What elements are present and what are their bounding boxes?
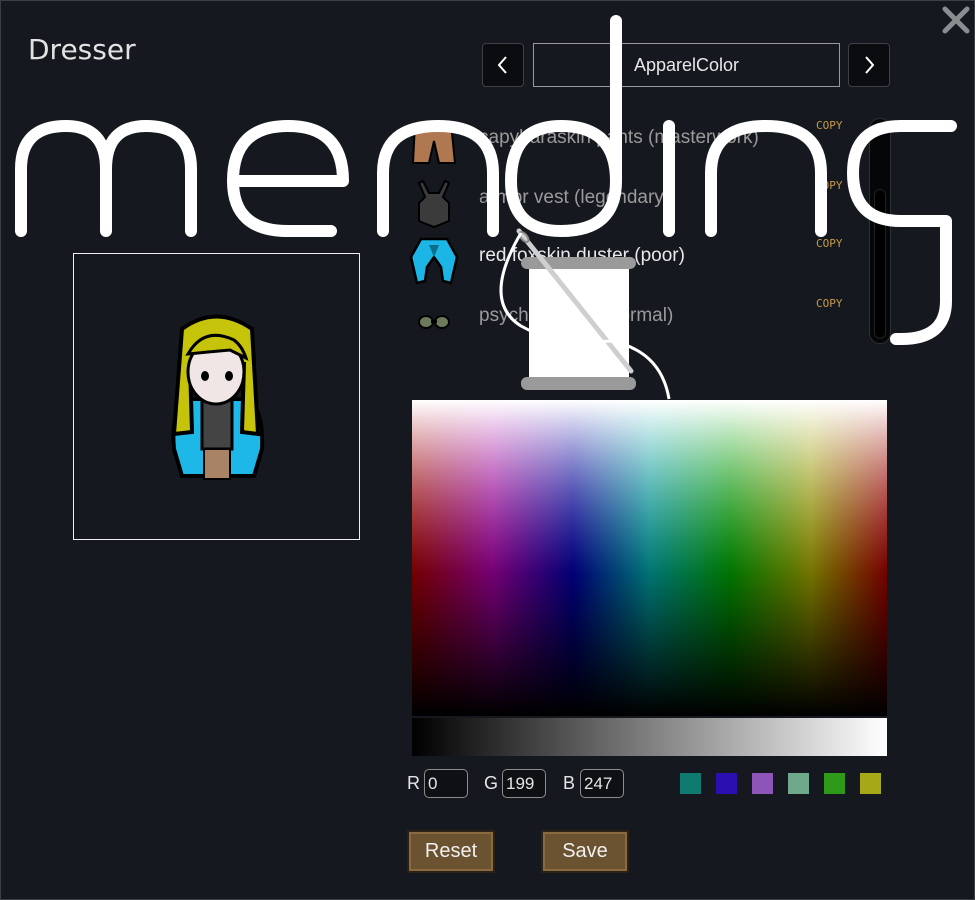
- green-input[interactable]: [502, 769, 546, 798]
- pawn-preview: [73, 253, 360, 540]
- b-label: B: [563, 773, 576, 793]
- chevron-left-icon: [497, 56, 507, 74]
- swatch-6[interactable]: [860, 773, 881, 794]
- swatch-3[interactable]: [752, 773, 773, 794]
- layer-name-field[interactable]: ApparelColor: [533, 43, 840, 87]
- swatch-5[interactable]: [824, 773, 845, 794]
- apparel-item-pants[interactable]: capybaraskin pants (masterwork) COPY: [409, 119, 869, 179]
- apparel-name: armor vest (legendary): [479, 187, 671, 208]
- duster-icon: [409, 237, 459, 285]
- color-picker-area[interactable]: [412, 400, 887, 716]
- apparel-item-shield[interactable]: psychic shield (normal) COPY: [409, 297, 869, 357]
- red-input[interactable]: [424, 769, 468, 798]
- chevron-right-icon: [865, 56, 875, 74]
- scrollbar-thumb[interactable]: [874, 189, 886, 339]
- apparel-scrollbar[interactable]: [869, 118, 891, 344]
- g-label: G: [484, 773, 499, 793]
- reset-button[interactable]: Reset: [407, 830, 495, 873]
- armor-vest-icon: [417, 179, 451, 229]
- apparel-item-armor-vest[interactable]: armor vest (legendary) COPY: [409, 179, 869, 239]
- blue-input[interactable]: [580, 769, 624, 798]
- swatch-1[interactable]: [680, 773, 701, 794]
- swatch-4[interactable]: [788, 773, 809, 794]
- swatch-2[interactable]: [716, 773, 737, 794]
- copy-button[interactable]: COPY: [816, 119, 843, 132]
- copy-button[interactable]: COPY: [816, 179, 843, 192]
- apparel-name: capybaraskin pants (masterwork): [479, 127, 759, 148]
- copy-button[interactable]: COPY: [816, 297, 843, 310]
- window-title: Dresser: [28, 33, 136, 66]
- next-layer-button[interactable]: [848, 43, 890, 87]
- r-label: R: [407, 773, 420, 793]
- psychic-shield-icon: [418, 315, 450, 329]
- brightness-bar[interactable]: [412, 718, 887, 756]
- pawn-portrait-icon: [171, 314, 265, 480]
- close-icon[interactable]: [939, 3, 973, 37]
- apparel-item-duster[interactable]: red foxskin duster (poor) COPY: [409, 237, 869, 297]
- save-button[interactable]: Save: [541, 830, 629, 873]
- dresser-window: Dresser ApparelColor capybaraskin pants …: [0, 0, 975, 900]
- pants-icon: [411, 122, 457, 164]
- prev-layer-button[interactable]: [482, 43, 524, 87]
- copy-button[interactable]: COPY: [816, 237, 843, 250]
- apparel-name: red foxskin duster (poor): [479, 245, 685, 266]
- apparel-name: psychic shield (normal): [479, 305, 674, 326]
